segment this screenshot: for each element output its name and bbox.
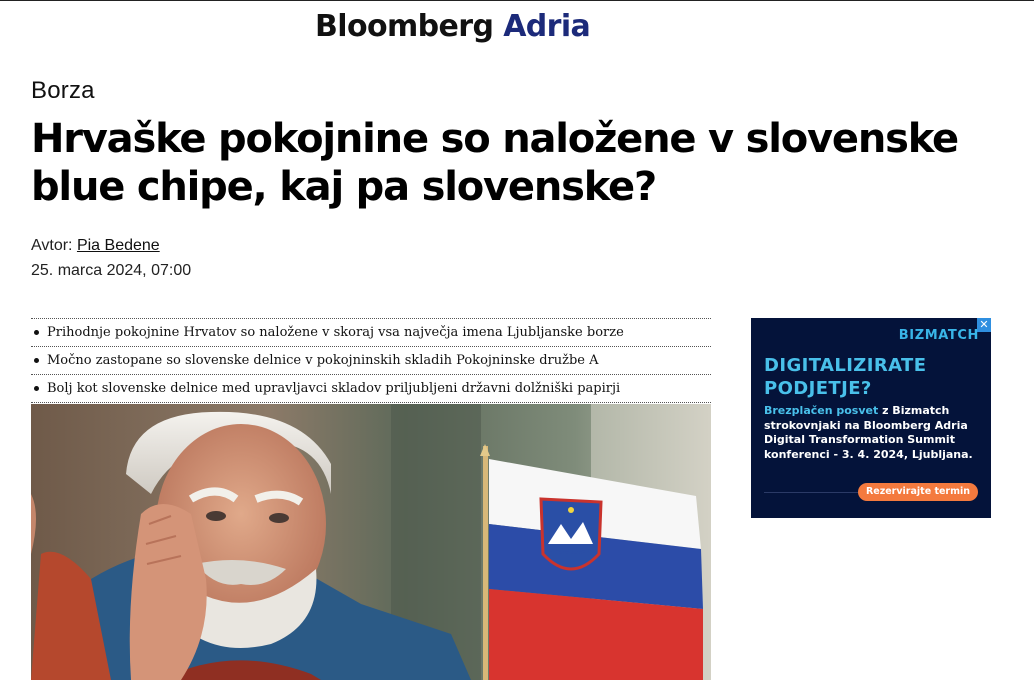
summary-bullet: Močno zastopane so slovenske delnice v p… bbox=[31, 347, 711, 375]
ad-close-icon[interactable]: ✕ bbox=[977, 318, 991, 332]
ad-body: Brezplačen posvet z Bizmatch strokovnjak… bbox=[764, 404, 986, 462]
category-link[interactable]: Borza bbox=[31, 77, 95, 105]
bizmatch-ad-banner[interactable]: ✕ BIZMATCH DIGITALIZIRATE PODJETJE? Brez… bbox=[751, 318, 991, 518]
summary-bullets: Prihodnje pokojnine Hrvatov so naložene … bbox=[31, 318, 711, 403]
ad-body-highlight: Brezplačen posvet bbox=[764, 404, 879, 417]
publish-date: 25. marca 2024, 07:00 bbox=[31, 262, 192, 279]
logo-bloomberg: Bloomberg bbox=[315, 9, 494, 44]
site-logo[interactable]: Bloomberg Adria bbox=[315, 9, 591, 44]
ad-headline-line1: DIGITALIZIRATE bbox=[764, 355, 927, 376]
article-headline: Hrvaške pokojnine so naložene v slovensk… bbox=[31, 116, 959, 210]
byline-prefix: Avtor: bbox=[31, 237, 73, 254]
byline: Avtor: Pia Bedene bbox=[31, 237, 160, 255]
ad-headline-line2: PODJETJE? bbox=[764, 378, 872, 399]
summary-bullet: Bolj kot slovenske delnice med upravljav… bbox=[31, 375, 711, 403]
ad-brand-logo: BIZMATCH bbox=[898, 328, 979, 343]
ad-cta-button[interactable]: Rezervirajte termin bbox=[858, 483, 978, 501]
logo-adria: Adria bbox=[503, 9, 591, 44]
summary-bullet: Prihodnje pokojnine Hrvatov so naložene … bbox=[31, 319, 711, 347]
author-link[interactable]: Pia Bedene bbox=[77, 237, 160, 254]
hero-image bbox=[31, 404, 711, 680]
ad-headline: DIGITALIZIRATE PODJETJE? bbox=[764, 354, 964, 400]
